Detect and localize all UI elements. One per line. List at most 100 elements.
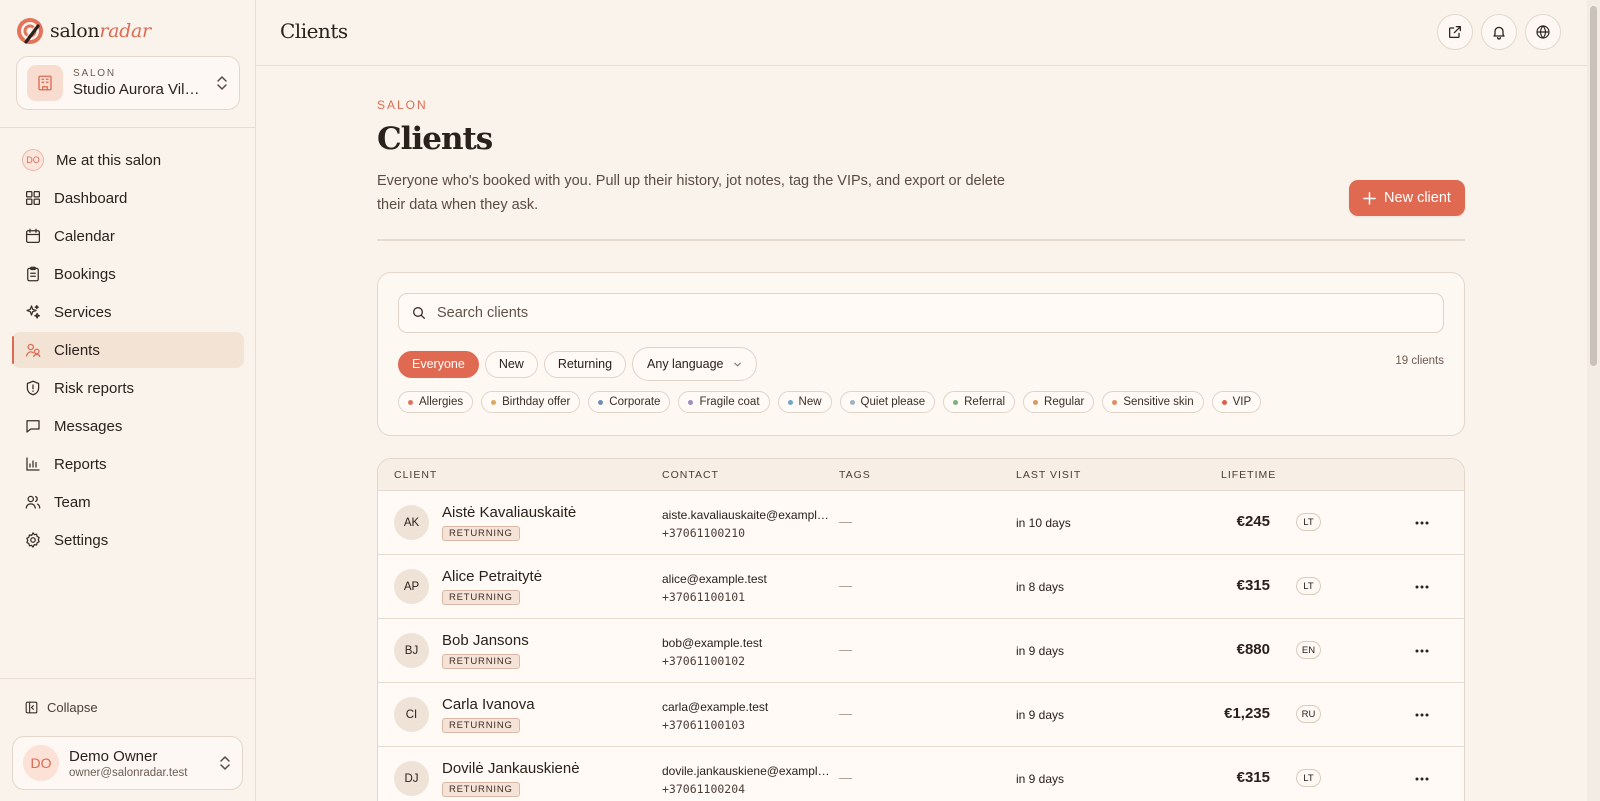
row-actions-button[interactable]	[1410, 513, 1434, 533]
language-button[interactable]	[1525, 14, 1561, 50]
segment-returning[interactable]: Returning	[543, 350, 627, 378]
sidebar-item-services[interactable]: Services	[12, 294, 244, 330]
salon-switcher[interactable]: SALON Studio Aurora Vilnius	[16, 56, 240, 110]
search-icon	[413, 307, 425, 319]
status-badge: RETURNING	[442, 782, 520, 797]
segment-new[interactable]: New	[484, 350, 538, 378]
tag-filters: Allergies Birthday offer Corporate Fragi…	[398, 391, 1262, 413]
tag-filter-sensitive-skin[interactable]: Sensitive skin	[1102, 391, 1204, 413]
sidebar-item-label: Me at this salon	[56, 151, 162, 169]
client-name[interactable]: Bob Jansons	[442, 632, 529, 649]
tag-filter-referral[interactable]: Referral	[943, 391, 1016, 413]
scrollbar-thumb[interactable]	[1590, 6, 1597, 366]
tag-filter-allergies[interactable]: Allergies	[398, 391, 474, 413]
bell-icon	[1493, 26, 1505, 40]
page-scrollbar[interactable]	[1587, 0, 1600, 801]
sidebar-item-bookings[interactable]: Bookings	[12, 256, 244, 292]
more-horizontal-icon	[1415, 521, 1429, 525]
client-tags: —	[839, 578, 852, 593]
calendar-icon	[25, 228, 41, 244]
table-row[interactable]: AK Aistė Kavaliauskaitė RETURNING aiste.…	[378, 491, 1464, 555]
column-header-client[interactable]: CLIENT	[394, 469, 437, 481]
sidebar-item-messages[interactable]: Messages	[12, 408, 244, 444]
client-last-visit: in 10 days	[1016, 516, 1071, 530]
client-phone: +37061100210	[662, 526, 746, 540]
tag-filter-quiet-please[interactable]: Quiet please	[839, 391, 936, 413]
message-icon	[26, 420, 40, 433]
search-input[interactable]	[437, 305, 1417, 321]
top-bar-title: Clients	[280, 19, 348, 43]
more-horizontal-icon	[1415, 713, 1429, 717]
sidebar-item-settings[interactable]: Settings	[12, 522, 244, 558]
collapse-button[interactable]: Collapse	[24, 700, 98, 715]
language-select-value: Any language	[647, 357, 724, 371]
language-badge: RU	[1296, 705, 1321, 723]
avatar: DO	[23, 745, 59, 781]
radar-logo-icon	[17, 18, 43, 44]
column-header-last-visit[interactable]: LAST VISIT	[1016, 469, 1081, 481]
sidebar-item-team[interactable]: Team	[12, 484, 244, 520]
tag-filter-birthday-offer[interactable]: Birthday offer	[481, 391, 581, 413]
client-lifetime: €315	[1236, 769, 1270, 786]
client-email: alice@example.test	[662, 572, 767, 586]
me-avatar: DO	[22, 149, 44, 171]
sidebar-item-reports[interactable]: Reports	[12, 446, 244, 482]
page-kicker: SALON	[377, 98, 428, 112]
column-header-tags[interactable]: TAGS	[839, 469, 871, 481]
user-name: Demo Owner	[69, 747, 158, 765]
table-row[interactable]: AP Alice Petraitytė RETURNING alice@exam…	[378, 555, 1464, 619]
tag-color-dot	[953, 399, 959, 405]
search-box[interactable]	[398, 293, 1444, 333]
language-badge: LT	[1296, 513, 1321, 531]
sidebar-item-label: Services	[54, 303, 112, 321]
language-select[interactable]: Any language	[632, 347, 758, 381]
tag-filter-regular[interactable]: Regular	[1023, 391, 1095, 413]
table-row[interactable]: CI Carla Ivanova RETURNING carla@example…	[378, 683, 1464, 747]
tag-filter-corporate[interactable]: Corporate	[588, 391, 671, 413]
tag-filter-fragile-coat[interactable]: Fragile coat	[678, 391, 770, 413]
column-header-contact[interactable]: CONTACT	[662, 469, 719, 481]
users-icon	[25, 495, 41, 509]
tag-label: New	[798, 396, 822, 408]
sidebar-item-calendar[interactable]: Calendar	[12, 218, 244, 254]
client-avatar: AP	[394, 569, 429, 604]
tag-label: VIP	[1232, 396, 1252, 408]
client-tags: —	[839, 514, 852, 529]
segment-filter: Everyone New Returning Any language	[398, 347, 758, 381]
tag-filter-vip[interactable]: VIP	[1211, 391, 1262, 413]
brand-name: salonradar	[50, 20, 151, 42]
table-row[interactable]: BJ Bob Jansons RETURNING bob@example.tes…	[378, 619, 1464, 683]
tag-label: Quiet please	[860, 396, 926, 408]
client-phone: +37061100102	[662, 654, 746, 668]
tag-label: Corporate	[609, 396, 661, 408]
row-actions-button[interactable]	[1410, 641, 1434, 661]
sidebar-item-dashboard[interactable]: Dashboard	[12, 180, 244, 216]
chevron-up-down-icon	[220, 756, 230, 770]
segment-everyone[interactable]: Everyone	[398, 350, 479, 378]
row-actions-button[interactable]	[1410, 577, 1434, 597]
notifications-button[interactable]	[1481, 14, 1517, 50]
dashboard-icon	[25, 190, 41, 206]
tag-color-dot	[408, 399, 413, 405]
sidebar-item-risk-reports[interactable]: Risk reports	[12, 370, 244, 406]
row-actions-button[interactable]	[1410, 705, 1434, 725]
client-name[interactable]: Alice Petraitytė	[442, 568, 542, 585]
new-client-button[interactable]: New client	[1349, 180, 1465, 216]
column-header-lifetime[interactable]: LIFETIME	[1221, 469, 1276, 481]
tag-filter-new[interactable]: New	[777, 391, 832, 413]
sidebar-item-me[interactable]: DO Me at this salon	[12, 142, 244, 178]
sidebar-item-clients[interactable]: Clients	[12, 332, 244, 368]
client-name[interactable]: Dovilė Jankauskienė	[442, 760, 580, 777]
clients-table: CLIENT CONTACT TAGS LAST VISIT LIFETIME …	[377, 458, 1465, 801]
brand-logo[interactable]: salonradar	[16, 16, 151, 46]
client-name[interactable]: Aistė Kavaliauskaitė	[442, 504, 576, 521]
client-avatar: CI	[394, 697, 429, 732]
client-lifetime: €245	[1236, 513, 1270, 530]
user-menu[interactable]: DO Demo Owner owner@salonradar.test	[12, 736, 243, 790]
table-row[interactable]: DJ Dovilė Jankauskienė RETURNING dovile.…	[378, 747, 1464, 801]
client-name[interactable]: Carla Ivanova	[442, 696, 535, 713]
open-external-button[interactable]	[1437, 14, 1473, 50]
external-link-icon	[1449, 26, 1461, 38]
row-actions-button[interactable]	[1410, 769, 1434, 789]
client-last-visit: in 9 days	[1016, 772, 1065, 786]
